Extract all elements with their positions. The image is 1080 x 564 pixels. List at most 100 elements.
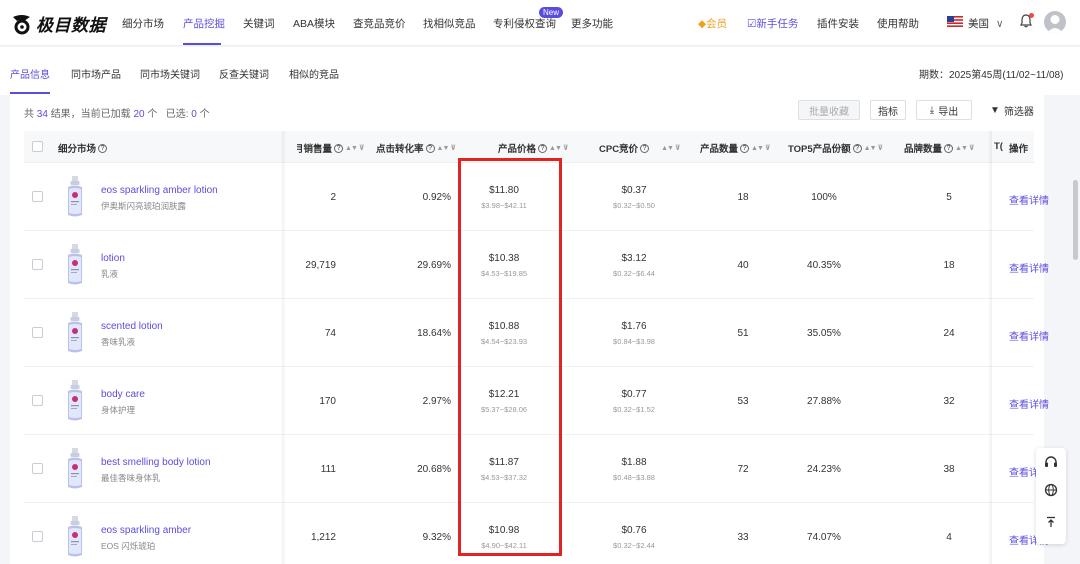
logo-icon [10, 13, 34, 35]
keyword-translation: EOS 闪烁琥珀 [101, 541, 156, 551]
product-price-range: $4.90~$42.11 [481, 541, 527, 550]
table-row[interactable]: eos sparkling amber EOS 闪烁琥珀 1,212 9.32% $10… [24, 503, 1049, 564]
table-row[interactable]: lotion 乳液 29,719 29.69% $10.38 $4.53~$19.85 $3… [24, 231, 1049, 299]
nav-active-underline [183, 43, 221, 45]
table-row[interactable]: best smelling body lotion 最佳香味身体乳 111 20.68… [24, 435, 1049, 503]
header-cpc[interactable]: CPC竞价? ▲▼ ⊽ [599, 141, 681, 155]
vip-link[interactable]: ◆会员 [698, 16, 727, 31]
filter-icon: ▼ [990, 104, 1000, 116]
product-thumbnail[interactable] [64, 379, 86, 423]
new-badge: New [539, 7, 564, 18]
product-count: 72 [737, 464, 749, 475]
sort-icon: ▲▼ [549, 144, 562, 152]
keyword-link[interactable]: lotion [101, 253, 125, 264]
row-checkbox[interactable] [32, 327, 43, 338]
cpc-bid-range: $0.32~$6.44 [613, 269, 655, 278]
page-scrollbar[interactable] [1073, 180, 1078, 260]
top5-share: 27.88% [807, 396, 841, 407]
keyword-translation: 香味乳液 [101, 337, 136, 347]
monthly-sales: 2 [330, 192, 336, 203]
cpc-bid-range: $0.32~$2.44 [613, 541, 655, 550]
product-thumbnail[interactable] [64, 311, 86, 355]
product-thumbnail[interactable] [64, 515, 86, 559]
task-link[interactable]: ☑新手任务 [747, 16, 798, 31]
filter-button[interactable]: ▼ 筛选器 [990, 100, 1034, 120]
row-checkbox[interactable] [32, 463, 43, 474]
product-thumbnail[interactable] [64, 447, 86, 491]
brand-count: 18 [943, 260, 955, 271]
top5-share: 35.05% [807, 328, 841, 339]
click-conversion-rate: 2.97% [422, 396, 451, 407]
tab-same-market-products[interactable]: 同市场产品 [71, 66, 121, 81]
product-count: 53 [737, 396, 749, 407]
export-button[interactable]: ⤓ 导出 [916, 100, 972, 120]
loaded-count: 20 [133, 109, 145, 120]
headset-icon[interactable] [1043, 454, 1059, 470]
tab-same-market-keywords[interactable]: 同市场关键词 [140, 66, 200, 81]
table-row[interactable]: body care 身体护理 170 2.97% $12.21 $5.37~$28.06 $… [24, 367, 1049, 435]
monthly-sales: 1,212 [310, 532, 336, 543]
top5-share: 40.35% [807, 260, 841, 271]
table-header: 细分市场? 月销售量? ▲▼ ⊽ 点击转化率? ▲▼ ⊽ 产品价格? ▲▼ ⊽ CPC竞价?… [24, 131, 1034, 163]
notification-dot [1029, 13, 1034, 18]
metrics-button[interactable]: 指标 [870, 100, 906, 120]
nav-item-product-mining[interactable]: 产品挖掘 [183, 16, 225, 31]
cpc-bid: $0.37 [621, 185, 647, 196]
nav-item-market[interactable]: 细分市场 [122, 16, 164, 31]
back-to-top-icon[interactable] [1043, 514, 1059, 530]
header-brands[interactable]: 品牌数量? ▲▼ ⊽ [904, 141, 975, 155]
nav-item-more[interactable]: 更多功能 [571, 16, 613, 31]
sort-icon: ▲▼ [661, 144, 674, 152]
view-details-link[interactable]: 查看详情 [1009, 328, 1049, 343]
keyword-link[interactable]: body care [101, 389, 145, 400]
header-count[interactable]: 产品数量? ▲▼ ⊽ [700, 141, 771, 155]
avatar[interactable] [1044, 11, 1066, 33]
header-market: 细分市场? [58, 141, 108, 155]
keyword-link[interactable]: scented lotion [101, 321, 163, 332]
results-panel: 共 34 结果，当前已加载 20 个 已选: 0 个 批量收藏 指标 ⤓ 导出 … [10, 95, 1049, 564]
product-thumbnail[interactable] [64, 243, 86, 287]
cpc-bid: $1.88 [621, 457, 647, 468]
sort-icon: ▲▼ [955, 144, 968, 152]
click-conversion-rate: 9.32% [422, 532, 451, 543]
nav-item-similar[interactable]: 找相似竞品 [423, 16, 476, 31]
batch-collect-button[interactable]: 批量收藏 [798, 100, 860, 120]
view-details-link[interactable]: 查看详情 [1009, 192, 1049, 207]
help-link[interactable]: 使用帮助 [877, 16, 919, 31]
keyword-link[interactable]: best smelling body lotion [101, 457, 211, 468]
header-sales[interactable]: 月销售量? ▲▼ ⊽ [297, 141, 365, 155]
globe-icon[interactable] [1043, 482, 1059, 498]
plugin-link[interactable]: 插件安装 [817, 16, 859, 31]
product-thumbnail[interactable] [64, 175, 86, 219]
nav-item-aba[interactable]: ABA模块 [293, 16, 335, 31]
row-checkbox[interactable] [32, 259, 43, 270]
logo[interactable]: 极目数据 [10, 11, 106, 36]
click-conversion-rate: 0.92% [422, 192, 451, 203]
product-count: 33 [737, 532, 749, 543]
row-checkbox[interactable] [32, 531, 43, 542]
brand-count: 5 [946, 192, 952, 203]
product-price: $10.38 [488, 253, 520, 264]
region-select[interactable]: 美国 ∨ [968, 16, 1004, 31]
fixed-column-shadow [282, 131, 286, 564]
tab-similar-competitors[interactable]: 相似的竞品 [289, 66, 339, 81]
tab-reverse-keywords[interactable]: 反查关键词 [219, 66, 269, 81]
view-details-link[interactable]: 查看详情 [1009, 396, 1049, 411]
select-all-checkbox[interactable] [32, 141, 43, 152]
keyword-link[interactable]: eos sparkling amber [101, 525, 191, 536]
row-checkbox[interactable] [32, 191, 43, 202]
filter-icon: ⊽ [674, 145, 681, 152]
header-price[interactable]: 产品价格? ▲▼ ⊽ [498, 141, 569, 155]
header-ctr[interactable]: 点击转化率? ▲▼ ⊽ [376, 141, 456, 155]
nav-item-competitor-bid[interactable]: 查竞品竞价 [353, 16, 406, 31]
header-top5[interactable]: TOP5产品份额? ▲▼ ⊽ [788, 141, 883, 155]
table-row[interactable]: scented lotion 香味乳液 74 18.64% $10.88 $4.54~$2… [24, 299, 1049, 367]
tab-product-info[interactable]: 产品信息 [10, 66, 50, 81]
nav-item-patent[interactable]: 专利侵权查询 [493, 16, 556, 31]
table-row[interactable]: eos sparkling amber lotion 伊奥斯闪亮琥珀润肤露 2 0.9… [24, 163, 1049, 231]
row-checkbox[interactable] [32, 395, 43, 406]
filter-icon: ⊽ [764, 145, 771, 152]
nav-item-keywords[interactable]: 关键词 [243, 16, 275, 31]
view-details-link[interactable]: 查看详情 [1009, 260, 1049, 275]
keyword-link[interactable]: eos sparkling amber lotion [101, 185, 218, 196]
